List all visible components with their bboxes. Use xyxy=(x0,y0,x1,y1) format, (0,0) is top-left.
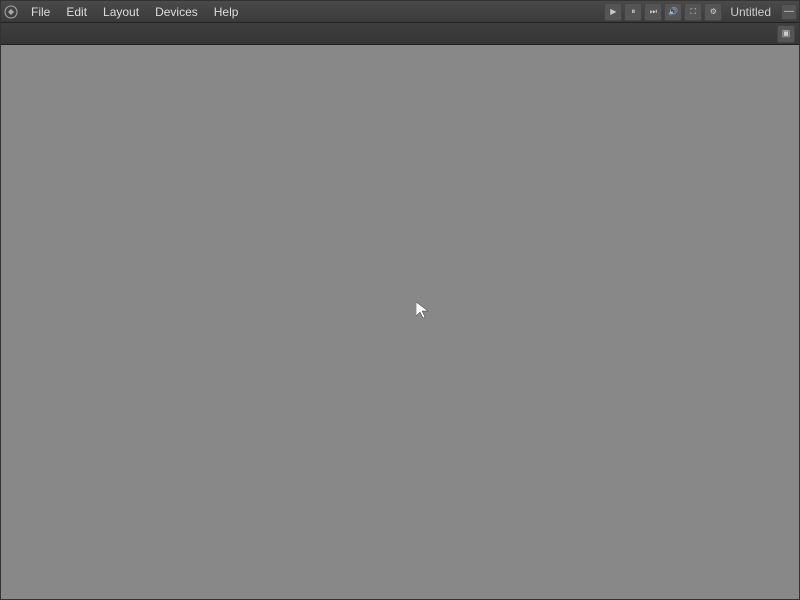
panel-toggle-button[interactable]: ▣ xyxy=(777,25,795,43)
menu-item-help[interactable]: Help xyxy=(206,2,247,22)
volume-button[interactable]: 🔊 xyxy=(664,3,682,21)
menu-item-layout[interactable]: Layout xyxy=(95,2,147,22)
settings-button[interactable]: ⚙ xyxy=(704,3,722,21)
app-icon xyxy=(3,4,19,20)
menu-item-devices[interactable]: Devices xyxy=(147,2,206,22)
menu-item-edit[interactable]: Edit xyxy=(58,2,95,22)
main-canvas[interactable] xyxy=(1,45,799,599)
menu-item-file[interactable]: File xyxy=(23,2,58,22)
play-button[interactable]: ▶ xyxy=(604,3,622,21)
skip-end-button[interactable]: ⏭ xyxy=(644,3,662,21)
fullscreen-button[interactable]: ⛶ xyxy=(684,3,702,21)
menu-items: File Edit Layout Devices Help xyxy=(23,2,604,22)
app-window: File Edit Layout Devices Help ▶ ⏸ ⏭ 🔊 ⛶ … xyxy=(0,0,800,600)
toolbar-row: ▣ xyxy=(1,23,799,45)
window-title: Untitled xyxy=(724,3,777,21)
window-close-button[interactable]: — xyxy=(781,4,797,20)
menu-bar: File Edit Layout Devices Help ▶ ⏸ ⏭ 🔊 ⛶ … xyxy=(1,1,799,23)
pause-button[interactable]: ⏸ xyxy=(624,3,642,21)
cursor-indicator xyxy=(416,302,428,318)
toolbar-right: ▶ ⏸ ⏭ 🔊 ⛶ ⚙ Untitled — xyxy=(604,3,797,21)
